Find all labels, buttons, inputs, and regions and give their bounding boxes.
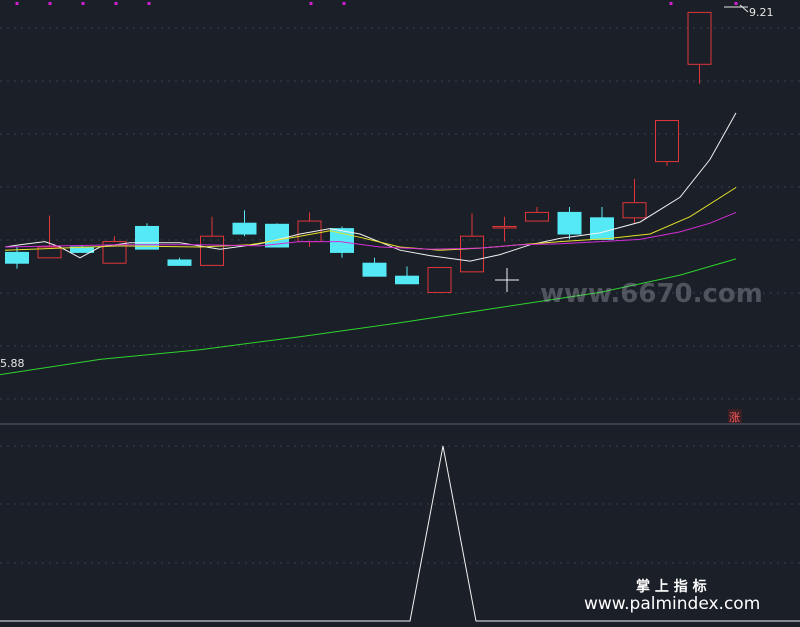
marker-dot <box>81 2 85 5</box>
title-watermark: 掌 上 指 标 <box>636 578 707 595</box>
center-watermark: www.6670.com <box>540 279 763 309</box>
marker-dot <box>309 2 313 5</box>
chart-background <box>0 0 800 627</box>
marker-dot <box>342 2 346 5</box>
candle-body <box>590 217 614 240</box>
candle-body <box>167 259 192 266</box>
rise-marker-badge: 涨 <box>728 409 742 424</box>
url-watermark: www.palmindex.com <box>584 594 760 614</box>
candle-body <box>395 275 419 285</box>
marker-dot <box>114 2 118 5</box>
candle-body <box>362 262 387 277</box>
candle-body <box>557 211 582 235</box>
marker-dot <box>147 2 151 5</box>
candle-body <box>5 251 29 264</box>
marker-dot <box>48 2 52 5</box>
marker-dot <box>15 2 19 5</box>
marker-dot <box>669 2 673 5</box>
candle-body <box>232 222 257 235</box>
rise-marker-text: 涨 <box>729 411 740 424</box>
stock-chart: www.6670.com 9.21 5.88 涨 掌 上 指 标 www.pal… <box>0 0 800 627</box>
low-price-label: 5.88 <box>0 357 25 370</box>
high-price-label: 9.21 <box>749 6 774 19</box>
marker-dot <box>734 2 738 5</box>
